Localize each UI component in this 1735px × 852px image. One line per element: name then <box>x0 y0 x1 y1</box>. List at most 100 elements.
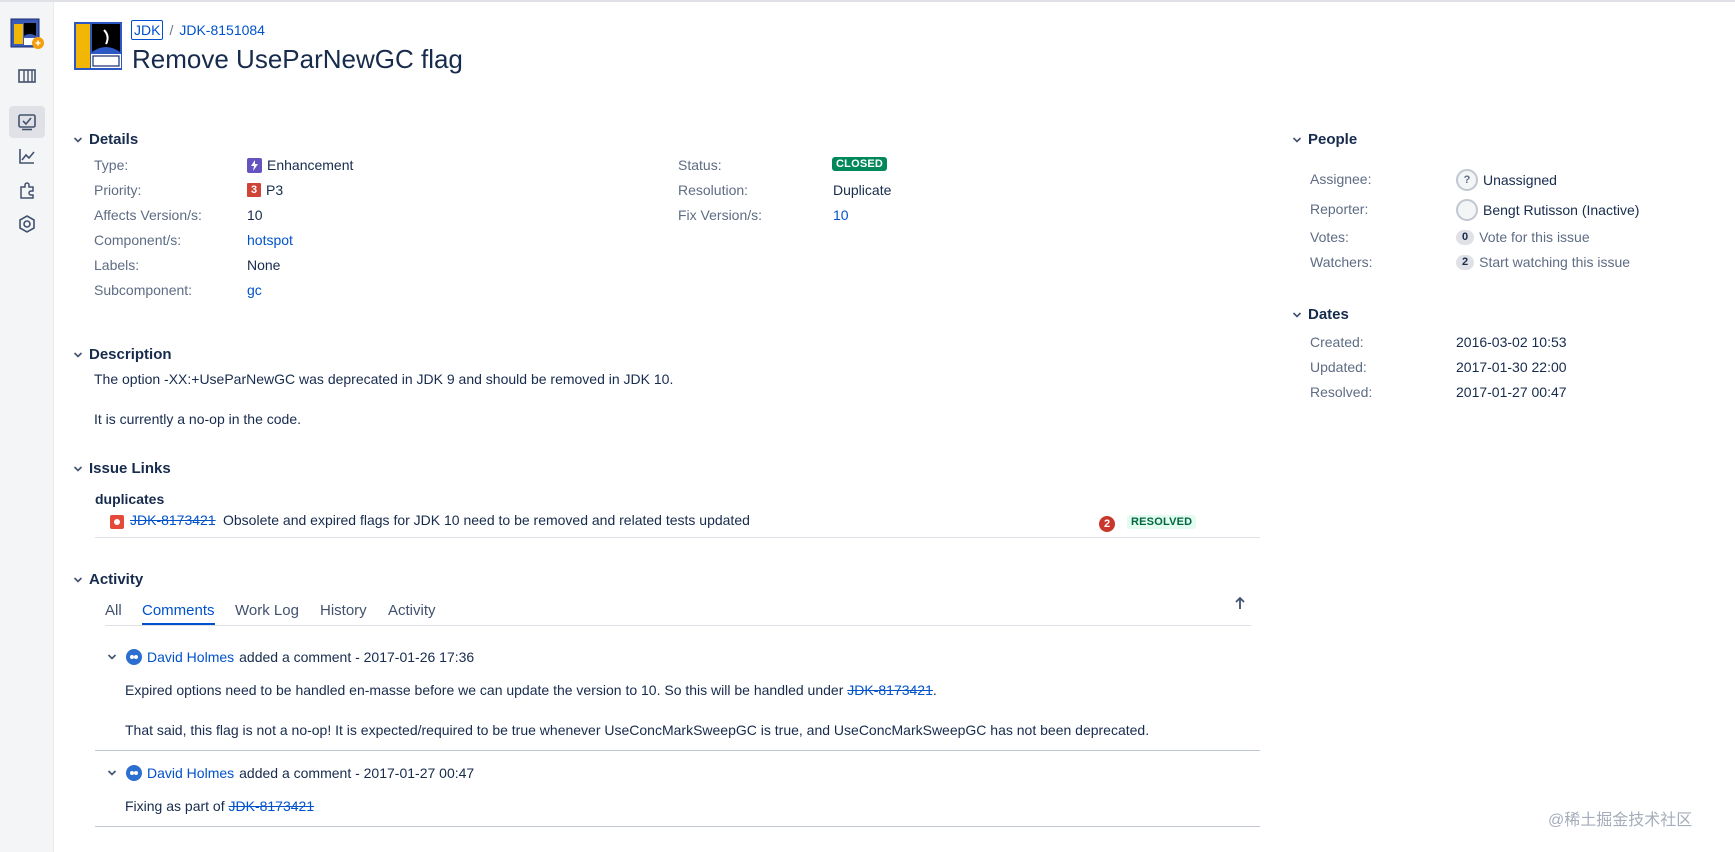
created-value: 2016-03-02 10:53 <box>1456 334 1567 350</box>
chevron-down-icon <box>1292 311 1302 318</box>
dates-section-toggle[interactable]: Dates <box>1292 306 1349 323</box>
component-link[interactable]: hotspot <box>247 232 293 248</box>
description-heading: Description <box>89 346 172 363</box>
subcomponent-label: Subcomponent: <box>94 282 193 298</box>
comment-author-link[interactable]: David Holmes <box>147 649 234 665</box>
avatar: ? <box>1456 169 1478 191</box>
tab-history[interactable]: History <box>320 602 367 619</box>
tab-work-log[interactable]: Work Log <box>235 602 299 619</box>
linked-issue-key-link[interactable]: JDK-8173421 <box>130 512 216 528</box>
chevron-down-icon[interactable] <box>107 652 117 662</box>
updated-value: 2017-01-30 22:00 <box>1456 359 1567 375</box>
chevron-down-icon <box>73 136 83 143</box>
watchers-label: Watchers: <box>1310 254 1373 270</box>
tab-activity[interactable]: Activity <box>388 602 436 619</box>
votes-count-badge: 0 <box>1456 229 1475 245</box>
resolution-value: Duplicate <box>833 182 892 198</box>
people-heading: People <box>1308 131 1358 148</box>
resolved-label: Resolved: <box>1310 384 1373 400</box>
reporter-value: Bengt Rutisson (Inactive) <box>1456 199 1639 221</box>
priority-text: P3 <box>266 182 284 198</box>
created-label: Created: <box>1310 334 1364 350</box>
comment-text: . <box>932 682 937 698</box>
comment-issue-link[interactable]: JDK-8173421 <box>229 798 315 814</box>
reports-icon[interactable] <box>9 140 45 172</box>
details-section-toggle[interactable]: Details <box>73 131 138 148</box>
type-text: Enhancement <box>267 157 354 173</box>
subcomponent-link[interactable]: gc <box>247 282 262 298</box>
votes-label: Votes: <box>1310 229 1349 245</box>
link-type-label: duplicates <box>95 491 165 507</box>
comment-issue-link[interactable]: JDK-8173421 <box>847 682 933 698</box>
priority-icon: 2 <box>1099 516 1115 532</box>
enhancement-icon <box>247 157 262 173</box>
comment-header: David Holmes added a comment - 2017-01-2… <box>107 765 474 781</box>
linked-issue-status-badge: RESOLVED <box>1127 515 1197 529</box>
assignee-value: ? Unassigned <box>1456 169 1557 191</box>
details-heading: Details <box>89 131 139 148</box>
affects-version-value: 10 <box>247 207 263 223</box>
description-line-2: It is currently a no-op in the code. <box>94 411 301 427</box>
bug-icon <box>110 515 124 529</box>
status-label: Status: <box>678 157 722 173</box>
issue-links-section-toggle[interactable]: Issue Links <box>73 460 171 477</box>
comment-author-link[interactable]: David Holmes <box>147 765 234 781</box>
activity-tabs: All Comments Work Log History Activity <box>105 594 1251 626</box>
affects-version-label: Affects Version/s: <box>94 207 202 223</box>
assignee-label: Assignee: <box>1310 171 1372 187</box>
watchers-count-badge: 2 <box>1456 254 1475 270</box>
issues-icon[interactable] <box>9 106 45 138</box>
votes-value: 0 Vote for this issue <box>1456 229 1590 245</box>
breadcrumb-issue-key-link[interactable]: JDK-8151084 <box>179 22 265 38</box>
people-section-toggle[interactable]: People <box>1292 131 1357 148</box>
project-avatar-icon[interactable] <box>10 18 44 50</box>
type-label: Type: <box>94 157 129 173</box>
updated-label: Updated: <box>1310 359 1367 375</box>
vote-link[interactable]: Vote for this issue <box>1479 229 1590 245</box>
comment-body-line: That said, this flag is not a no-op! It … <box>125 722 1150 738</box>
openjdk-logo <box>74 22 122 70</box>
chevron-down-icon <box>73 576 83 583</box>
chevron-down-icon[interactable] <box>107 768 117 778</box>
status-badge: CLOSED <box>832 157 888 171</box>
reporter-text: Bengt Rutisson (Inactive) <box>1483 202 1640 218</box>
breadcrumb: JDK / JDK-8151084 <box>131 20 265 40</box>
settings-icon[interactable] <box>9 208 45 240</box>
activity-section-toggle[interactable]: Activity <box>73 571 143 588</box>
issue-link-row: JDK-8173421 Obsolete and expired flags f… <box>95 510 1260 538</box>
comment-text: Expired options need to be handled en-ma… <box>125 682 848 698</box>
activity-heading: Activity <box>89 571 144 588</box>
labels-label: Labels: <box>94 257 140 273</box>
chevron-down-icon <box>73 351 83 358</box>
addons-icon[interactable] <box>9 174 45 206</box>
tab-comments[interactable]: Comments <box>142 602 215 625</box>
issue-title: Remove UseParNewGC flag <box>132 44 463 74</box>
board-icon[interactable] <box>9 60 45 92</box>
component-label: Component/s: <box>94 232 182 248</box>
avatar <box>126 765 142 781</box>
comment-header: David Holmes added a comment - 2017-01-2… <box>107 649 474 665</box>
linked-issue-summary: Obsolete and expired flags for JDK 10 ne… <box>223 512 750 528</box>
dates-heading: Dates <box>1308 306 1349 323</box>
fix-version-link[interactable]: 10 <box>833 207 849 223</box>
sort-order-icon[interactable] <box>1233 595 1247 611</box>
avatar <box>1456 199 1478 221</box>
project-sidebar <box>0 2 54 852</box>
description-line-1: The option -XX:+UseParNewGC was deprecat… <box>94 371 674 387</box>
description-section-toggle[interactable]: Description <box>73 346 172 363</box>
comment-body-line: Expired options need to be handled en-ma… <box>125 682 937 698</box>
resolution-label: Resolution: <box>678 182 749 198</box>
breadcrumb-project-link[interactable]: JDK <box>131 20 164 40</box>
type-value: Enhancement <box>247 157 353 173</box>
tab-all[interactable]: All <box>105 602 122 619</box>
fix-version-label: Fix Version/s: <box>678 207 763 223</box>
labels-value: None <box>247 257 281 273</box>
issue-links-heading: Issue Links <box>89 460 171 477</box>
comment-divider <box>95 826 1260 827</box>
watch-link[interactable]: Start watching this issue <box>1479 254 1630 270</box>
reporter-label: Reporter: <box>1310 201 1369 217</box>
top-border <box>0 0 1735 2</box>
status-value: CLOSED <box>832 157 888 171</box>
comment-action: added a comment - 2017-01-27 00:47 <box>239 765 475 781</box>
chevron-down-icon <box>73 465 83 472</box>
